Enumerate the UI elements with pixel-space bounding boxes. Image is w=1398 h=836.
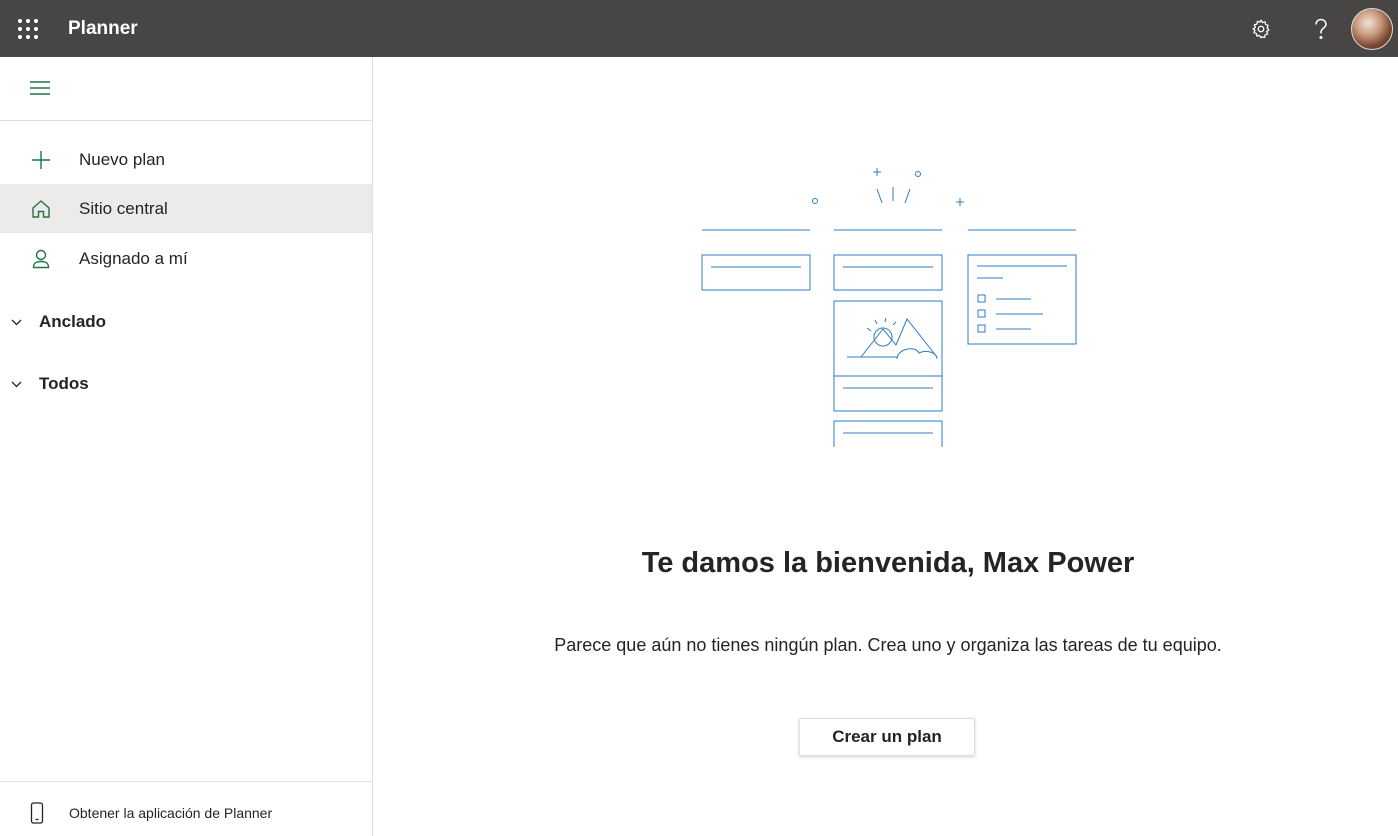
get-app-link[interactable]: Obtener la aplicación de Planner xyxy=(0,793,372,833)
settings-icon xyxy=(1252,18,1270,39)
app-title[interactable]: Planner xyxy=(68,18,138,40)
sidebar-item-assigned-to-me[interactable]: Asignado a mí xyxy=(0,234,372,283)
hamburger-icon xyxy=(30,81,50,95)
person-icon xyxy=(28,246,54,272)
get-app-label: Obtener la aplicación de Planner xyxy=(69,805,273,821)
sidebar-item-label: Nuevo plan xyxy=(79,149,166,169)
top-bar: Planner xyxy=(0,0,1398,57)
create-plan-button[interactable]: Crear un plan xyxy=(799,718,975,756)
sidebar-item-hub[interactable]: Sitio central xyxy=(0,184,372,233)
avatar[interactable] xyxy=(1351,7,1393,50)
settings-button[interactable] xyxy=(1231,0,1291,57)
sidebar: Nuevo plan Sitio central Asignado a mí A… xyxy=(0,57,373,836)
sidebar-item-label: Asignado a mí xyxy=(79,248,188,268)
sidebar-divider xyxy=(0,120,372,121)
section-label: Anclado xyxy=(39,312,107,331)
empty-state-message: Parece que aún no tienes ningún plan. Cr… xyxy=(554,635,1222,655)
app-launcher-button[interactable] xyxy=(0,0,56,57)
sidebar-bottom-divider xyxy=(0,781,372,782)
chevron-down-icon xyxy=(11,381,23,388)
main-content: Te damos la bienvenida, Max Power Parece… xyxy=(373,57,1398,836)
app-launcher-icon xyxy=(18,18,38,39)
section-pinned[interactable]: Anclado xyxy=(0,302,372,342)
sidebar-item-label: Sitio central xyxy=(79,198,168,218)
welcome-title: Te damos la bienvenida, Max Power xyxy=(641,547,1135,579)
empty-state-illustration-icon xyxy=(701,168,1077,447)
plus-icon xyxy=(28,147,54,173)
chevron-down-icon xyxy=(11,319,23,326)
help-icon xyxy=(1315,18,1327,39)
phone-icon xyxy=(30,802,44,824)
section-all[interactable]: Todos xyxy=(0,364,372,404)
sidebar-item-new-plan[interactable]: Nuevo plan xyxy=(0,135,372,184)
collapse-nav-button[interactable] xyxy=(20,70,60,106)
section-label: Todos xyxy=(39,374,89,393)
home-icon xyxy=(28,196,54,222)
help-button[interactable] xyxy=(1291,0,1351,57)
